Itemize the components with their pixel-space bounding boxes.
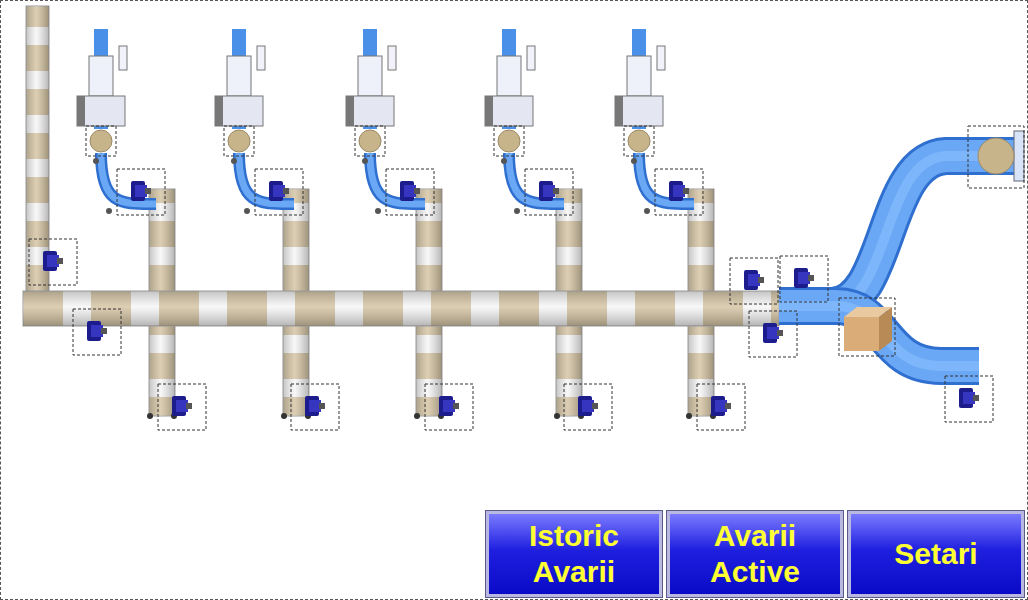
nav-button[interactable]: Avarii Active (667, 511, 843, 597)
outlet-motor-icon[interactable] (945, 376, 993, 422)
bottle-icon[interactable] (968, 126, 1024, 188)
chute-motor-icon[interactable] (117, 169, 165, 215)
nav-button[interactable]: Setari (848, 511, 1024, 597)
motor-icon[interactable] (780, 256, 828, 302)
button-label: Setari (894, 536, 977, 572)
button-bar: Istoric Avarii Avarii Active Setari (1, 511, 1027, 599)
chute-motor-icon[interactable] (655, 169, 703, 215)
infeed-motor-icon[interactable] (29, 239, 77, 285)
hmi-screen: Istoric Avarii Avarii Active Setari (0, 0, 1028, 600)
chute-motor-icon[interactable] (525, 169, 573, 215)
button-label: Istoric Avarii (497, 518, 651, 590)
branch-motor-icon[interactable] (564, 384, 612, 430)
branch-motor-icon[interactable] (697, 384, 745, 430)
button-label: Avarii Active (678, 518, 832, 590)
motor-icon[interactable] (749, 311, 797, 357)
conveyor-diagram (1, 1, 1027, 511)
nav-button[interactable]: Istoric Avarii (486, 511, 662, 597)
outlet-conveyor (779, 131, 1024, 366)
main-conveyor (23, 291, 779, 326)
branch-motor-icon[interactable] (291, 384, 339, 430)
main-motor-icon[interactable] (73, 309, 121, 355)
motor-icon[interactable] (730, 258, 778, 304)
carton-icon[interactable] (839, 298, 895, 356)
branch-motor-icon[interactable] (425, 384, 473, 430)
branch-motor-icon[interactable] (158, 384, 206, 430)
chute-motor-icon[interactable] (255, 169, 303, 215)
infeed-conveyor (26, 6, 49, 291)
chute-motor-icon[interactable] (386, 169, 434, 215)
